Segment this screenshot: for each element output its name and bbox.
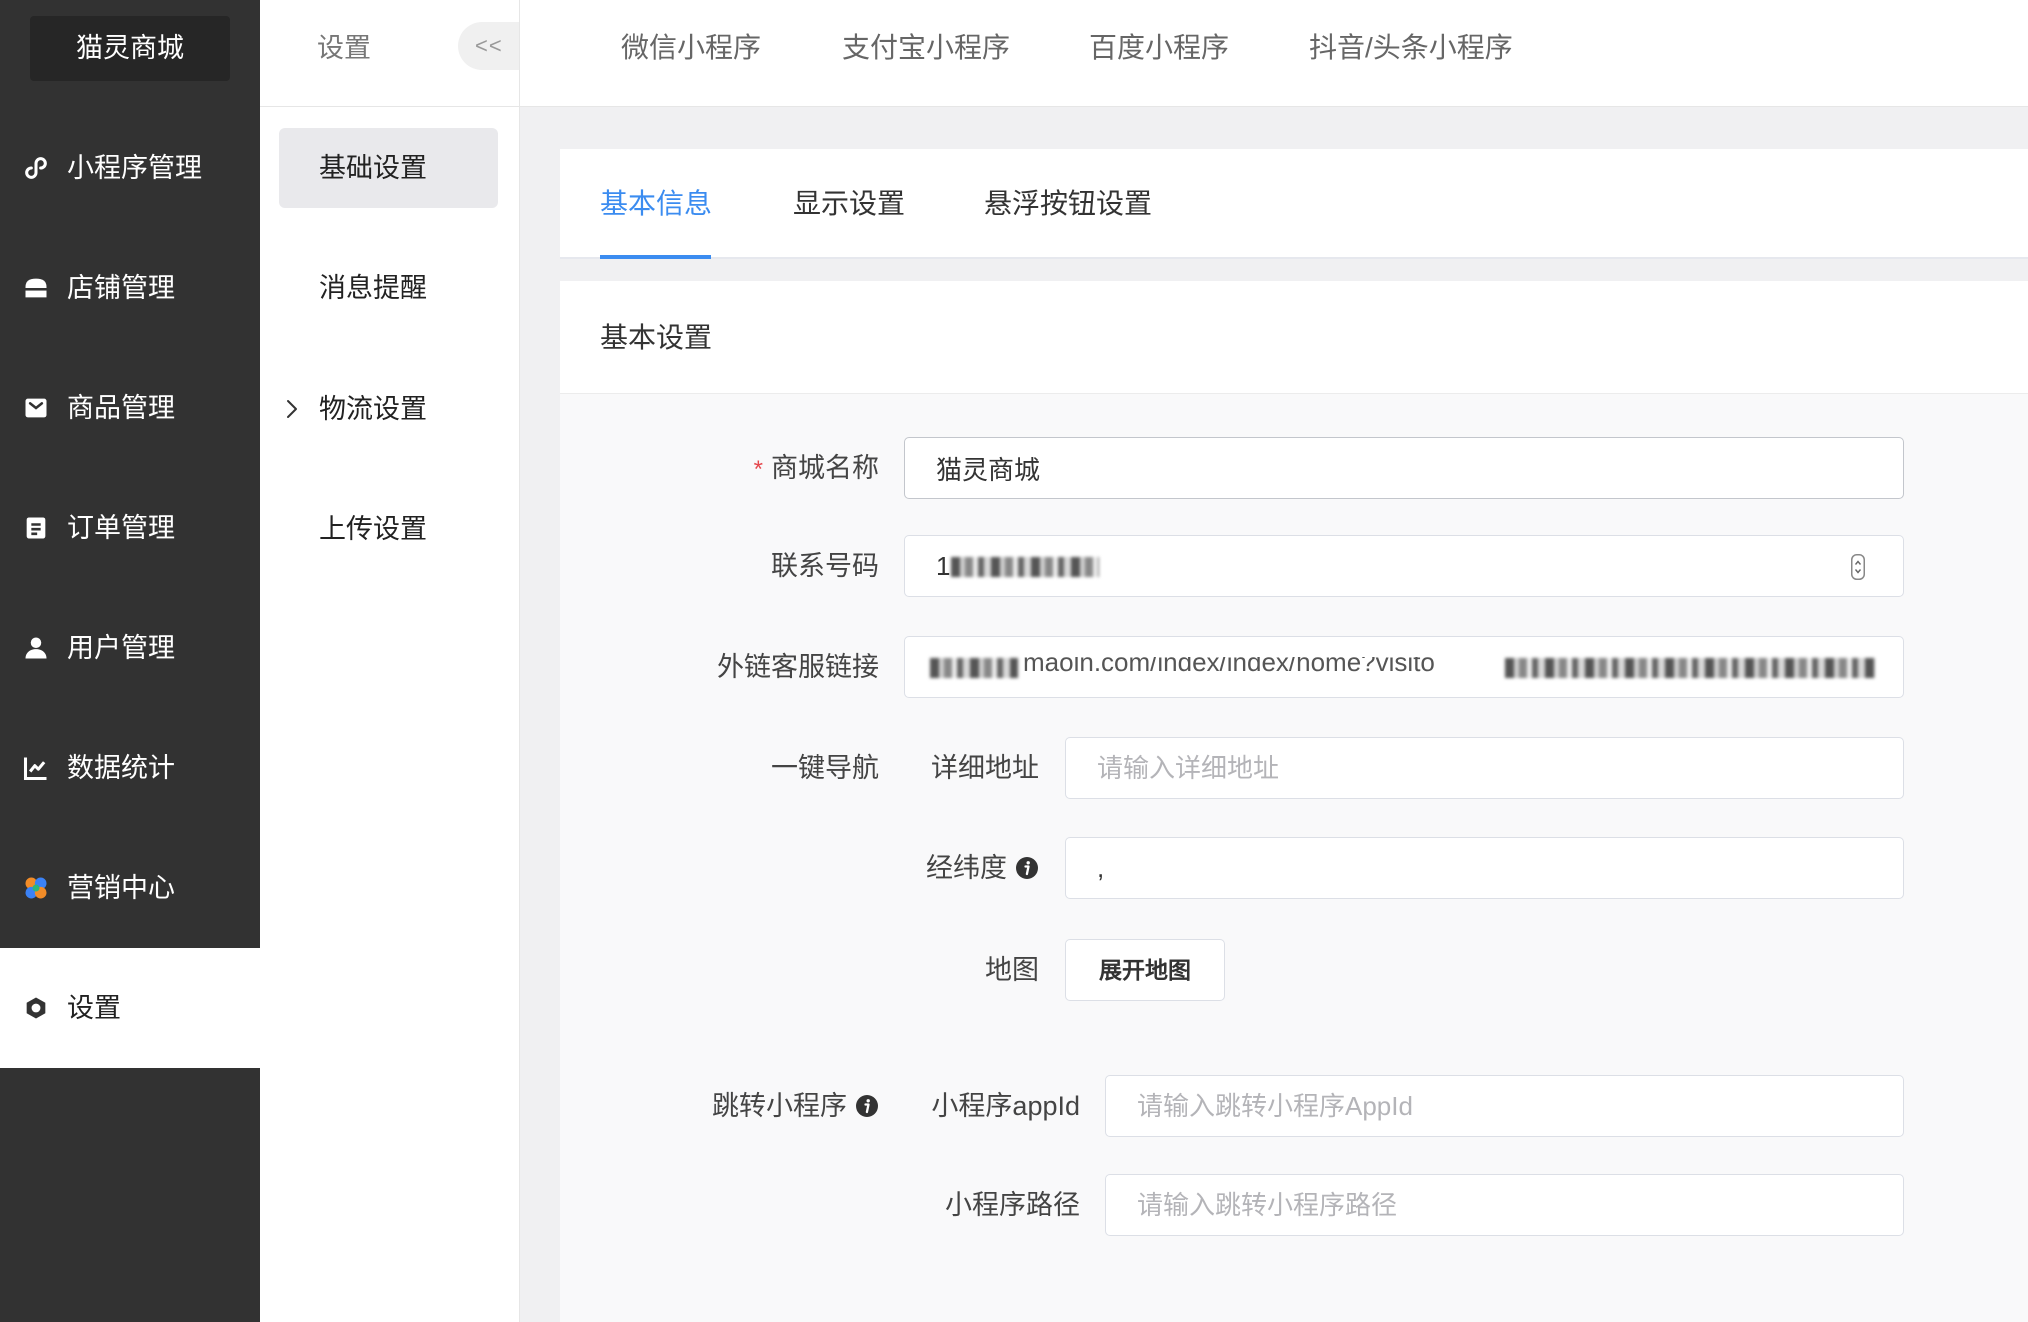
submenu-item-upload[interactable]: 上传设置 xyxy=(279,489,498,569)
sidebar-item-store[interactable]: 店铺管理 xyxy=(0,228,260,348)
address-input[interactable] xyxy=(1065,737,1904,799)
phone-input[interactable]: 1 xyxy=(904,535,1904,597)
collapse-button[interactable]: << xyxy=(458,22,519,70)
redacted-block xyxy=(1505,658,1875,678)
tab-baidu[interactable]: 百度小程序 xyxy=(1089,0,1229,96)
submenu-item-logistics[interactable]: 物流设置 xyxy=(279,369,498,449)
basic-settings-card: 基本设置 * 商城名称 联系号码 1 外链客服链接 maoln.com/index… xyxy=(560,281,2028,1322)
tab-alipay[interactable]: 支付宝小程序 xyxy=(842,0,1010,96)
latlng-label: 经纬度 xyxy=(859,837,1039,899)
main-sidebar: 猫灵商城 小程序管理 店铺管理 商品管理 订单管理 用户管理 数据统计 营销中心… xyxy=(0,0,260,1322)
section-header: 基本设置 xyxy=(560,281,2028,394)
sidebar-item-users[interactable]: 用户管理 xyxy=(0,588,260,708)
miniprogram-icon xyxy=(22,154,50,182)
appid-label: 小程序appId xyxy=(931,1091,1080,1121)
tab-wechat[interactable]: 微信小程序 xyxy=(621,0,761,96)
expand-map-button[interactable]: 展开地图 xyxy=(1065,939,1225,1001)
app-logo[interactable]: 猫灵商城 xyxy=(30,16,230,81)
info-icon[interactable] xyxy=(855,1094,879,1118)
phone-label: 联系号码 xyxy=(771,551,879,581)
latlng-label-text: 经纬度 xyxy=(926,853,1007,883)
sidebar-item-goods[interactable]: 商品管理 xyxy=(0,348,260,468)
user-icon xyxy=(22,634,50,662)
jump-miniprogram-label-text: 跳转小程序 xyxy=(712,1091,847,1121)
submenu-title: 设置 xyxy=(317,33,371,63)
tab-float-button-settings[interactable]: 悬浮按钮设置 xyxy=(984,149,1152,259)
service-link-input[interactable]: maoln.com/index/index/home?visito xyxy=(904,636,1904,698)
sidebar-item-label: 店铺管理 xyxy=(67,273,175,303)
required-mark: * xyxy=(753,456,763,483)
goods-icon xyxy=(22,394,50,422)
sidebar-item-statistics[interactable]: 数据统计 xyxy=(0,708,260,828)
tab-basic-info[interactable]: 基本信息 xyxy=(600,149,712,259)
settings-submenu: 设置 << 基础设置 消息提醒 物流设置 上传设置 xyxy=(260,0,520,1322)
jump-miniprogram-label: 跳转小程序 xyxy=(560,1075,879,1137)
content-tabs: 基本信息 显示设置 悬浮按钮设置 xyxy=(560,149,2028,259)
map-label: 地图 xyxy=(985,955,1039,985)
info-icon[interactable] xyxy=(1015,856,1039,880)
submenu-item-basic[interactable]: 基础设置 xyxy=(279,128,498,208)
redacted-block xyxy=(930,658,1018,678)
tab-douyin[interactable]: 抖音/头条小程序 xyxy=(1309,0,1513,96)
redacted-block xyxy=(951,557,1099,577)
sidebar-item-label: 商品管理 xyxy=(67,393,175,423)
shop-name-label-text: 商城名称 xyxy=(771,453,879,483)
sidebar-item-label: 订单管理 xyxy=(67,513,175,543)
service-link-value-clip: maoln.com/index/index/home?visito xyxy=(1023,657,1473,677)
path-label: 小程序路径 xyxy=(945,1190,1080,1220)
tab-display-settings[interactable]: 显示设置 xyxy=(793,149,905,259)
chevron-right-icon xyxy=(285,397,299,421)
number-spinner-icon[interactable] xyxy=(1851,554,1865,580)
sidebar-item-orders[interactable]: 订单管理 xyxy=(0,468,260,588)
sidebar-item-label: 用户管理 xyxy=(67,633,175,663)
submenu-item-notifications[interactable]: 消息提醒 xyxy=(279,248,498,328)
phone-value: 1 xyxy=(936,551,951,581)
settings-icon xyxy=(22,994,50,1022)
latlng-input[interactable] xyxy=(1065,837,1904,899)
sidebar-item-settings[interactable]: 设置 xyxy=(0,948,260,1068)
service-link-label: 外链客服链接 xyxy=(717,652,879,682)
sidebar-item-label: 数据统计 xyxy=(67,753,175,783)
sidebar-item-label: 小程序管理 xyxy=(67,153,202,183)
sidebar-item-marketing[interactable]: 营销中心 xyxy=(0,828,260,948)
sidebar-item-label: 营销中心 xyxy=(67,873,175,903)
active-tab-indicator xyxy=(600,255,711,259)
address-label: 详细地址 xyxy=(931,753,1039,783)
top-bar: 微信小程序 支付宝小程序 百度小程序 抖音/头条小程序 xyxy=(520,0,2028,107)
sidebar-item-label: 设置 xyxy=(67,993,121,1023)
shop-name-label: * 商城名称 xyxy=(560,437,879,499)
chart-icon xyxy=(22,754,50,782)
appid-input[interactable] xyxy=(1105,1075,1904,1137)
store-icon xyxy=(22,274,50,302)
submenu-item-label: 物流设置 xyxy=(319,394,427,424)
navigation-label: 一键导航 xyxy=(771,753,879,783)
submenu-header: 设置 << xyxy=(260,0,519,107)
sidebar-item-miniprogram[interactable]: 小程序管理 xyxy=(0,108,260,228)
section-title: 基本设置 xyxy=(600,322,713,353)
order-icon xyxy=(22,514,50,542)
shop-name-input[interactable] xyxy=(904,437,1904,499)
path-input[interactable] xyxy=(1105,1174,1904,1236)
service-link-value: maoln.com/index/index/home?visito xyxy=(1023,657,1435,677)
marketing-icon xyxy=(22,874,50,902)
